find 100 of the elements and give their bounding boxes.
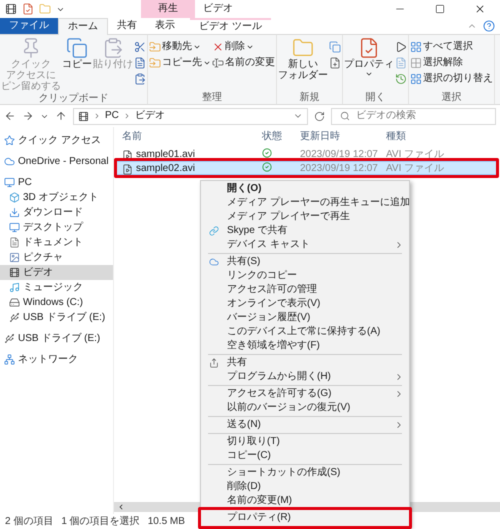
column-header[interactable]: 状態 bbox=[262, 131, 300, 147]
menu-item[interactable]: デバイス キャスト bbox=[201, 238, 409, 252]
ribbon-button[interactable]: 削除 bbox=[212, 39, 275, 54]
picture-icon bbox=[9, 252, 20, 263]
menu-item[interactable]: リンクのコピー bbox=[201, 269, 409, 283]
help-icon bbox=[483, 20, 495, 32]
ribbon-tab[interactable]: 共有 bbox=[108, 18, 146, 34]
column-header[interactable]: 名前 bbox=[122, 131, 262, 147]
folder-icon bbox=[39, 3, 51, 15]
menu-item[interactable]: 空き領域を増やす(F) bbox=[201, 339, 409, 353]
date-cell-text: 2023/09/19 12:07 bbox=[300, 163, 379, 175]
column-header[interactable]: 更新日時 bbox=[300, 131, 386, 147]
file-row[interactable]: sample02.avi 2023/09/19 12:07 AVI ファイル bbox=[116, 161, 497, 175]
menu-item[interactable]: 開く(O) bbox=[201, 182, 409, 196]
search-box[interactable]: ビデオの検索 bbox=[331, 108, 496, 124]
sidebar-item[interactable]: ダウンロード bbox=[0, 205, 113, 220]
document-icon bbox=[9, 237, 20, 248]
sidebar-item[interactable]: USB ドライブ (E:) bbox=[0, 331, 113, 346]
file-row[interactable]: sample01.avi 2023/09/19 12:07 AVI ファイル bbox=[116, 147, 497, 161]
cube-icon bbox=[9, 192, 20, 203]
sidebar-item[interactable]: ビデオ bbox=[0, 265, 113, 280]
group-label: 選択 bbox=[442, 91, 462, 104]
address-bar[interactable]: PC ビデオ bbox=[73, 108, 308, 124]
sidebar-item[interactable]: ドキュメント bbox=[0, 235, 113, 250]
column-header[interactable]: 種類 bbox=[386, 131, 500, 147]
menu-item[interactable]: プログラムから開く(H) bbox=[201, 370, 409, 384]
separator-icon bbox=[93, 112, 101, 120]
menu-item[interactable]: プロパティ(R) bbox=[201, 511, 409, 525]
history-icon[interactable] bbox=[395, 72, 407, 84]
sidebar-item[interactable]: クイック アクセス bbox=[0, 133, 113, 148]
ribbon-button[interactable]: 移動先 bbox=[149, 39, 211, 54]
ribbon-tab[interactable]: 表示 bbox=[146, 18, 184, 34]
rename-icon bbox=[212, 56, 224, 68]
download-icon bbox=[9, 207, 20, 218]
music-note-icon bbox=[9, 282, 20, 293]
easy-access-icon[interactable] bbox=[329, 56, 341, 68]
paste-shortcut-icon[interactable] bbox=[134, 72, 146, 84]
network-icon bbox=[4, 354, 15, 365]
copy-icon bbox=[66, 37, 88, 59]
film-icon bbox=[78, 110, 89, 122]
menu-item[interactable]: メディア プレーヤーの再生キューに追加 bbox=[201, 196, 409, 210]
breadcrumb[interactable]: PC bbox=[105, 110, 119, 122]
sidebar-item[interactable]: ミュージック bbox=[0, 280, 113, 295]
scissors-icon[interactable] bbox=[134, 40, 146, 52]
ribbon-button[interactable]: プロパティ bbox=[344, 37, 394, 91]
film-icon bbox=[9, 267, 20, 278]
group-label: 整理 bbox=[202, 91, 222, 104]
menu-item[interactable]: ショートカットの作成(S) bbox=[201, 466, 409, 480]
group-label: クリップボード bbox=[38, 92, 108, 105]
forward-icon bbox=[22, 110, 34, 122]
search-field[interactable]: ビデオの検索 bbox=[356, 110, 487, 122]
sidebar-item[interactable]: OneDrive - Personal bbox=[0, 154, 113, 169]
window-title: ビデオ bbox=[203, 3, 233, 15]
menu-item[interactable]: 名前の変更(M) bbox=[201, 494, 409, 508]
monitor-icon bbox=[4, 177, 15, 188]
sidebar-item[interactable]: Windows (C:) bbox=[0, 295, 113, 310]
menu-item[interactable]: 共有(S) bbox=[201, 255, 409, 269]
menu-item[interactable]: 切り取り(T) bbox=[201, 435, 409, 449]
media-player-icon[interactable] bbox=[395, 40, 407, 52]
menu-item[interactable]: 以前のバージョンの復元(V) bbox=[201, 401, 409, 415]
maximize-icon bbox=[435, 4, 445, 14]
select-all-icon bbox=[410, 40, 422, 52]
menu-item[interactable]: Skype で共有 bbox=[201, 224, 409, 238]
date-cell-text: 2023/09/19 12:07 bbox=[300, 149, 379, 161]
ribbon-tab[interactable]: ファイル bbox=[0, 18, 58, 34]
select-none-icon bbox=[410, 56, 422, 68]
menu-item[interactable]: 送る(N) bbox=[201, 418, 409, 432]
group-label: 開く bbox=[366, 91, 386, 104]
sidebar-item[interactable]: ネットワーク bbox=[0, 352, 113, 367]
menu-item[interactable]: アクセスを許可する(G) bbox=[201, 387, 409, 401]
sidebar-item[interactable]: USB ドライブ (E:) bbox=[0, 310, 113, 325]
copy-path-icon[interactable] bbox=[134, 56, 146, 68]
menu-item[interactable]: 共有 bbox=[201, 356, 409, 370]
ribbon-tab[interactable]: ホーム bbox=[58, 18, 108, 35]
menu-item[interactable]: このデバイス上で常に保持する(A) bbox=[201, 325, 409, 339]
sidebar-item[interactable]: 3D オブジェクト bbox=[0, 190, 113, 205]
breadcrumb[interactable]: ビデオ bbox=[134, 110, 165, 122]
new-item-icon[interactable] bbox=[329, 40, 341, 52]
type-cell-text: AVI ファイル bbox=[386, 149, 446, 161]
ribbon-button[interactable]: 名前の変更 bbox=[212, 55, 275, 70]
ribbon-button[interactable]: 選択解除 bbox=[410, 55, 493, 70]
ribbon-button[interactable]: すべて選択 bbox=[410, 39, 493, 54]
menu-item[interactable]: バージョン履歴(V) bbox=[201, 311, 409, 325]
ribbon-button[interactable]: 新しい フォルダー bbox=[278, 37, 328, 91]
edit-icon[interactable] bbox=[395, 56, 407, 68]
menu-item[interactable]: 削除(D) bbox=[201, 480, 409, 494]
menu-item[interactable]: オンラインで表示(V) bbox=[201, 297, 409, 311]
menu-item[interactable]: コピー(C) bbox=[201, 449, 409, 463]
group-label: 新規 bbox=[300, 91, 320, 104]
menu-item[interactable]: メディア プレイヤーで再生 bbox=[201, 210, 409, 224]
file-check-icon bbox=[358, 37, 380, 59]
ribbon-button[interactable]: コピー bbox=[62, 37, 92, 92]
sidebar-item[interactable]: デスクトップ bbox=[0, 220, 113, 235]
sidebar-item[interactable]: ピクチャ bbox=[0, 250, 113, 265]
invert-selection-icon bbox=[410, 72, 422, 84]
sidebar-item[interactable]: PC bbox=[0, 175, 113, 190]
menu-item[interactable]: アクセス許可の管理 bbox=[201, 283, 409, 297]
drive-icon bbox=[9, 312, 20, 323]
ribbon-button[interactable]: コピー先 bbox=[149, 55, 211, 70]
ribbon-button[interactable]: 選択の切り替え bbox=[410, 71, 493, 86]
